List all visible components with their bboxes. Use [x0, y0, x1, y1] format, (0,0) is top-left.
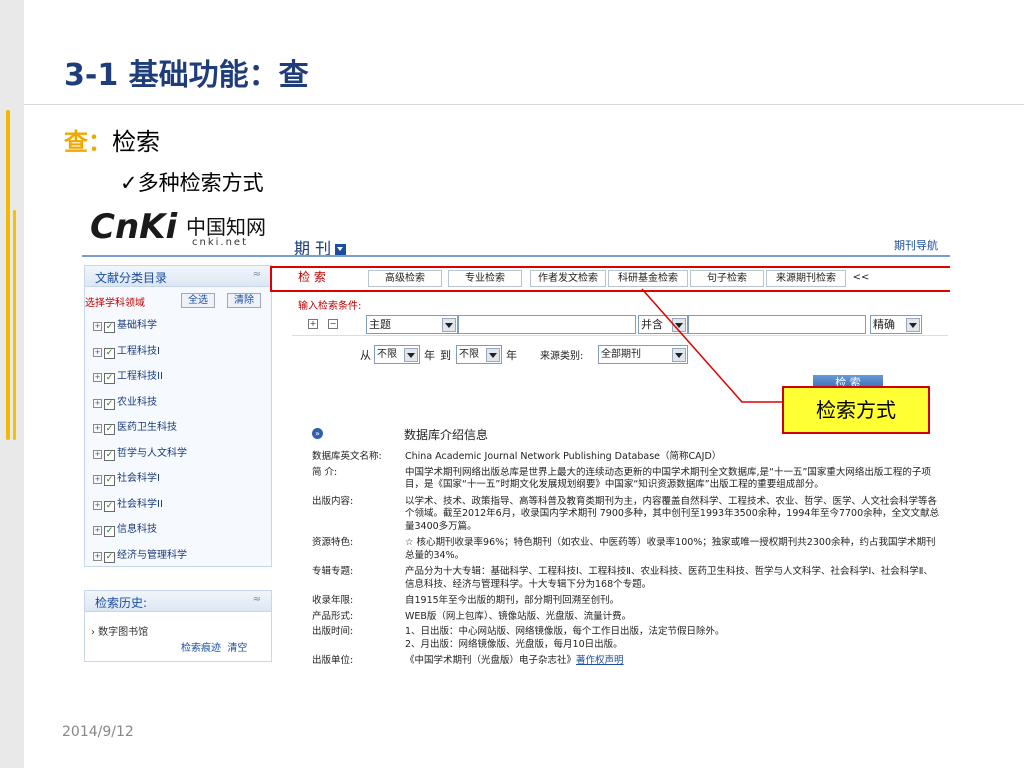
slide-date: 2014/9/12: [62, 724, 134, 740]
info-row: 出版内容: 以学术、技术、政策指导、高等科普及教育类期刊为主，内容覆盖自然科学、工…: [312, 496, 942, 534]
title-divider: [24, 104, 1024, 105]
info-row: 简 介: 中国学术期刊网络出版总库是世界上最大的连续动态更新的中国学术期刊全文数据…: [312, 467, 942, 492]
info-icon: »: [312, 428, 323, 439]
left-decor-bar: [0, 0, 24, 768]
info-row: 出版单位: 《中国学术期刊（光盘版）电子杂志社》著作权声明: [312, 655, 942, 668]
db-info-title: 数据库介绍信息: [404, 428, 489, 442]
info-key: 数据库英文名称:: [312, 451, 382, 462]
info-row: 资源特色: ☆ 核心期刊收录率96%；特色期刊（如农业、中医药等）收录率100%；…: [312, 537, 942, 562]
info-value: 《中国学术期刊（光盘版）电子杂志社》著作权声明: [405, 655, 942, 668]
info-value: China Academic Journal Network Publishin…: [405, 451, 722, 462]
info-key: 出版时间:: [312, 626, 354, 637]
info-key: 出版单位:: [312, 655, 354, 666]
slide-title: 3-1 基础功能：查: [64, 58, 309, 93]
info-key: 简 介:: [312, 466, 338, 478]
info-value: WEB版（网上包库）、镜像站版、光盘版、流量计费。: [405, 610, 632, 622]
db-info-table: 数据库英文名称: China Academic Journal Network P…: [312, 451, 942, 668]
db-info-header: » 数据库介绍信息: [312, 426, 950, 444]
info-value: 中国学术期刊网络出版总库是世界上最大的连续动态更新的中国学术期刊全文数据库,是“…: [405, 466, 931, 491]
info-value: 以学术、技术、政策指导、高等科普及教育类期刊为主，内容覆盖自然科学、工程技术、农…: [405, 495, 940, 532]
info-value: 1、日出版：中心网站版、网络镜像版，每个工作日出版，法定节假日除外。 2、月出版…: [405, 626, 725, 650]
subtitle-text: 检索: [112, 128, 160, 156]
info-key: 收录年限:: [312, 595, 354, 606]
info-value: 产品分为十大专辑：基础科学、工程科技Ⅰ、工程科技Ⅱ、农业科技、医药卫生科技、哲学…: [405, 566, 933, 590]
info-row: 收录年限: 自1915年至今出版的期刊，部分期刊回溯至创刊。: [312, 595, 942, 608]
copyright-link[interactable]: 著作权声明: [576, 655, 624, 666]
cnki-screenshot: CnKi 中国知网 cnki.net 期 刊 期刊导航 文献分类目录 ≈ 选择学…: [82, 193, 950, 713]
info-row: 产品形式: WEB版（网上包库）、镜像站版、光盘版、流量计费。: [312, 611, 942, 624]
info-key: 产品形式:: [312, 610, 354, 622]
info-key: 专辑专题:: [312, 566, 354, 577]
info-row: 出版时间: 1、日出版：中心网站版、网络镜像版，每个工作日出版，法定节假日除外。 …: [312, 626, 942, 651]
slide-subtitle: 查：检索: [64, 122, 160, 157]
info-value: ☆ 核心期刊收录率96%；特色期刊（如农业、中医药等）收录率100%；独家或唯一…: [405, 537, 936, 561]
subtitle-highlight: 查：: [64, 128, 112, 156]
info-value: 自1915年至今出版的期刊，部分期刊回溯至创刊。: [405, 595, 620, 606]
info-row: 专辑专题: 产品分为十大专辑：基础科学、工程科技Ⅰ、工程科技Ⅱ、农业科技、医药卫生…: [312, 566, 942, 591]
decor-stroke: [6, 110, 10, 440]
info-key: 出版内容:: [312, 495, 354, 507]
publisher-text: 《中国学术期刊（光盘版）电子杂志社》: [405, 655, 577, 666]
decor-stroke: [13, 210, 16, 440]
info-key: 资源特色:: [312, 537, 354, 548]
info-row: 数据库英文名称: China Academic Journal Network P…: [312, 451, 942, 464]
